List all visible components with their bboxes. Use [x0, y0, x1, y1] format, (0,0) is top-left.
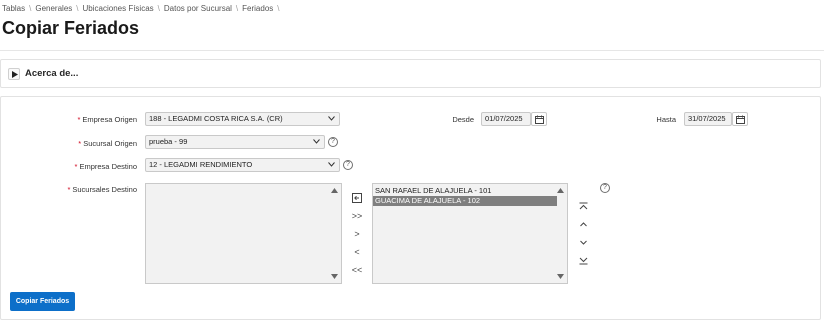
- breadcrumb-separator: \: [157, 4, 160, 13]
- move-bottom-button[interactable]: [577, 255, 589, 267]
- copiar-feriados-button[interactable]: Copiar Feriados: [10, 292, 75, 311]
- divider: [0, 50, 824, 51]
- reset-icon: [352, 193, 362, 203]
- sucursal-origen-label-text: Sucursal Origen: [83, 139, 137, 148]
- move-top-button[interactable]: [577, 201, 589, 213]
- desde-input[interactable]: 01/07/2025: [481, 112, 531, 126]
- chevron-down-icon: [328, 162, 335, 167]
- scroll-up-icon[interactable]: [557, 188, 564, 193]
- move-up-icon: [579, 222, 587, 227]
- acerca-title[interactable]: Acerca de...: [25, 68, 78, 79]
- required-marker: *: [77, 115, 81, 124]
- expand-button[interactable]: [8, 68, 20, 80]
- breadcrumb: Tablas \ Generales \ Ubicaciones Físicas \ Dat…: [2, 4, 284, 13]
- empresa-origen-value: 188 - LEGADMI COSTA RICA S.A. (CR): [149, 114, 283, 123]
- breadcrumb-separator: \: [29, 4, 32, 13]
- calendar-icon: [736, 115, 745, 124]
- breadcrumb-separator: \: [235, 4, 239, 13]
- breadcrumb-item[interactable]: Feriados: [242, 4, 273, 13]
- scroll-up-icon[interactable]: [331, 188, 338, 193]
- sucursal-origen-select[interactable]: prueba - 99: [145, 135, 325, 149]
- empresa-origen-select[interactable]: 188 - LEGADMI COSTA RICA S.A. (CR): [145, 112, 340, 126]
- help-icon[interactable]: ?: [328, 137, 338, 147]
- reset-button[interactable]: [351, 192, 363, 204]
- required-marker: *: [78, 139, 82, 148]
- breadcrumb-item[interactable]: Ubicaciones Físicas: [83, 4, 154, 13]
- help-icon[interactable]: ?: [343, 160, 353, 170]
- empresa-origen-label: * Empresa Origen: [70, 115, 137, 124]
- move-down-icon: [579, 240, 587, 245]
- hasta-label: Hasta: [656, 115, 676, 124]
- empresa-origen-label-text: Empresa Origen: [82, 115, 137, 124]
- move-down-button[interactable]: [577, 237, 589, 249]
- caret-right-icon: [12, 71, 18, 78]
- move-bottom-icon: [579, 257, 587, 265]
- chevron-down-icon: [313, 139, 320, 144]
- desde-calendar-button[interactable]: [531, 112, 547, 126]
- scroll-down-icon[interactable]: [331, 274, 338, 279]
- help-icon[interactable]: ?: [600, 183, 610, 193]
- calendar-icon: [535, 115, 544, 124]
- required-marker: *: [74, 162, 78, 171]
- breadcrumb-item[interactable]: Generales: [35, 4, 72, 13]
- chevron-down-icon: [328, 116, 335, 121]
- sucursal-origen-label: * Sucursal Origen: [70, 139, 137, 148]
- desde-label: Desde: [452, 115, 474, 124]
- hasta-input[interactable]: 31/07/2025: [684, 112, 732, 126]
- acerca-region: Acerca de...: [0, 59, 821, 88]
- remove-all-button[interactable]: <<: [351, 264, 363, 276]
- list-item-selected[interactable]: GUACIMA DE ALAJUELA - 102: [373, 196, 557, 206]
- move-up-button[interactable]: [577, 219, 589, 231]
- breadcrumb-separator: \: [277, 4, 280, 13]
- sucursal-origen-value: prueba - 99: [149, 137, 188, 146]
- breadcrumb-separator: \: [76, 4, 79, 13]
- move-top-icon: [579, 202, 587, 210]
- remove-button[interactable]: <: [351, 246, 363, 258]
- move-button[interactable]: >: [351, 228, 363, 240]
- available-listbox[interactable]: [145, 183, 342, 284]
- required-marker: *: [67, 185, 71, 194]
- scroll-down-icon[interactable]: [557, 274, 564, 279]
- empresa-destino-label-text: Empresa Destino: [79, 162, 137, 171]
- list-item[interactable]: SAN RAFAEL DE ALAJUELA - 101: [373, 186, 567, 196]
- hasta-calendar-button[interactable]: [732, 112, 748, 126]
- sucursales-destino-label: * Sucursales Destino: [60, 185, 137, 194]
- sucursales-destino-label-text: Sucursales Destino: [72, 185, 137, 194]
- selected-listbox[interactable]: SAN RAFAEL DE ALAJUELA - 101 GUACIMA DE …: [372, 183, 568, 284]
- empresa-destino-select[interactable]: 12 - LEGADMI RENDIMIENTO: [145, 158, 340, 172]
- breadcrumb-item[interactable]: Datos por Sucursal: [164, 4, 232, 13]
- move-all-button[interactable]: >>: [351, 210, 363, 222]
- breadcrumb-item[interactable]: Tablas: [2, 4, 25, 13]
- page-title: Copiar Feriados: [2, 18, 140, 38]
- empresa-destino-value: 12 - LEGADMI RENDIMIENTO: [149, 160, 253, 169]
- empresa-destino-label: * Empresa Destino: [70, 162, 137, 171]
